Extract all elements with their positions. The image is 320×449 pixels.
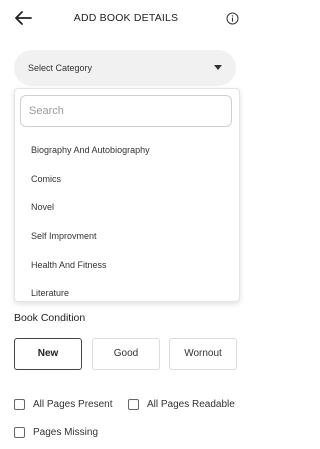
app-header: ADD BOOK DETAILS	[0, 0, 252, 38]
all-pages-readable-label: All Pages Readable	[147, 399, 235, 410]
search-box	[20, 95, 232, 127]
dropdown-item[interactable]: Biography And Autobiography	[31, 145, 150, 155]
all-pages-readable-checkbox[interactable]	[128, 399, 139, 410]
condition-good-button[interactable]: Good	[92, 338, 160, 370]
category-dropdown: Biography And Autobiography Comics Novel…	[14, 88, 240, 302]
dropdown-item[interactable]: Health And Fitness	[31, 260, 107, 270]
all-pages-present-checkbox[interactable]	[14, 399, 25, 410]
pages-missing-row[interactable]: Pages Missing	[14, 427, 98, 438]
pages-missing-checkbox[interactable]	[14, 427, 25, 438]
caret-down-icon	[214, 65, 222, 70]
condition-wornout-button[interactable]: Wornout	[169, 338, 237, 370]
book-condition-title: Book Condition	[14, 312, 86, 324]
dropdown-item[interactable]: Comics	[31, 174, 61, 184]
pages-missing-label: Pages Missing	[33, 427, 99, 438]
dropdown-item[interactable]: Self Improvment	[31, 231, 97, 241]
search-input[interactable]	[29, 103, 221, 119]
info-circle-icon[interactable]	[226, 12, 239, 25]
category-select-label: Select Category	[28, 63, 93, 73]
category-select[interactable]: Select Category	[14, 50, 236, 86]
all-pages-present-label: All Pages Present	[33, 399, 113, 410]
condition-new-button[interactable]: New	[14, 338, 82, 370]
dropdown-item[interactable]: Literature	[31, 288, 69, 298]
page-title: ADD BOOK DETAILS	[73, 12, 179, 24]
all-pages-readable-row[interactable]: All Pages Readable	[128, 399, 235, 410]
dropdown-item[interactable]: Novel	[31, 202, 54, 212]
all-pages-present-row[interactable]: All Pages Present	[14, 399, 113, 410]
